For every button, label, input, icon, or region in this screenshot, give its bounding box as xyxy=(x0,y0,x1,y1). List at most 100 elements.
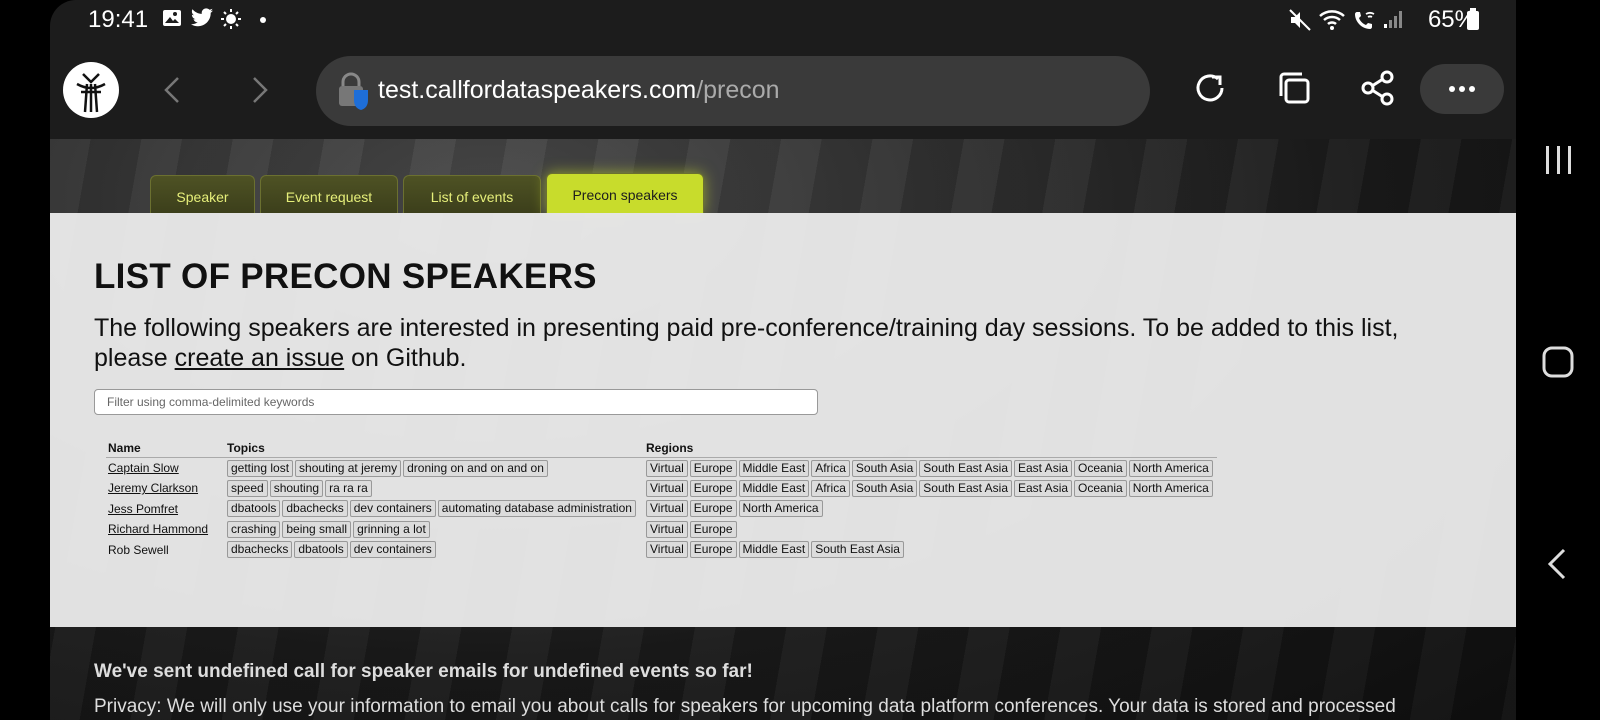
regions-cell: Virtual Europe Middle East South East Asia xyxy=(644,540,1217,561)
region-tag: East Asia xyxy=(1014,479,1073,497)
region-tag: Europe xyxy=(689,500,737,518)
region-tag: Virtual xyxy=(646,500,688,518)
region-tag: Europe xyxy=(689,520,737,538)
url-text[interactable]: test.callfordataspeakers.com/precon xyxy=(378,76,780,105)
topics-cell: crashing being small grinning a lot xyxy=(225,519,644,540)
gallery-icon xyxy=(162,8,182,34)
region-tag: Europe xyxy=(689,479,737,497)
table-row: Jeremy Clarkson speed shouting ra ra ra Virt… xyxy=(106,478,1217,499)
status-bar: 19:41 65% xyxy=(50,0,1516,42)
app-logo-icon[interactable] xyxy=(63,62,119,118)
topic-tag: shouting xyxy=(269,479,324,497)
topic-tag: dev containers xyxy=(349,500,436,518)
speaker-name-cell: Jess Pomfret xyxy=(106,499,225,520)
region-tag: South Asia xyxy=(851,459,918,477)
intro-text-end: on Github. xyxy=(344,344,467,372)
back-icon[interactable] xyxy=(156,72,192,108)
regions-cell: Virtual Europe xyxy=(644,519,1217,540)
tabs-icon[interactable] xyxy=(1274,68,1314,108)
table-row: Richard Hammond crashing being small grinni… xyxy=(106,519,1217,540)
topics-cell: dbatools dbachecks dev containers automatin… xyxy=(225,499,644,520)
region-tag: North America xyxy=(1128,479,1213,497)
site-lock-icon[interactable] xyxy=(336,72,370,110)
battery-icon xyxy=(1466,8,1480,38)
topic-tag: dbatools xyxy=(227,500,281,518)
region-tag: Virtual xyxy=(646,520,688,538)
system-nav-bar xyxy=(1516,0,1600,720)
region-tag: Virtual xyxy=(646,459,688,477)
topic-tag: being small xyxy=(282,520,352,538)
more-icon[interactable] xyxy=(1420,64,1504,114)
topic-tag: ra ra ra xyxy=(325,479,372,497)
region-tag: Middle East xyxy=(738,479,810,497)
status-time: 19:41 xyxy=(88,6,149,33)
region-tag: North America xyxy=(738,500,823,518)
topic-tag: dev containers xyxy=(349,541,436,559)
tab-event-request[interactable]: Event request xyxy=(260,175,398,213)
region-tag: South East Asia xyxy=(919,479,1012,497)
share-icon[interactable] xyxy=(1358,68,1398,108)
topic-tag: grinning a lot xyxy=(353,520,430,538)
nav-back-icon[interactable] xyxy=(1538,546,1578,582)
mute-icon xyxy=(1288,8,1312,38)
privacy-text: Privacy: We will only use your informati… xyxy=(94,696,1396,717)
region-tag: Europe xyxy=(689,541,737,559)
footer-heading: We've sent undefined call for speaker em… xyxy=(94,661,753,682)
signal-icon xyxy=(1382,8,1406,36)
speaker-name-link[interactable]: Captain Slow xyxy=(108,461,179,475)
browser-window: 19:41 65% test.callfordataspeakers.com/p… xyxy=(50,0,1516,720)
speaker-name-link[interactable]: Jeremy Clarkson xyxy=(108,481,198,495)
regions-cell: Virtual Europe Middle East Africa South Asia… xyxy=(644,478,1217,499)
twitter-icon xyxy=(190,8,214,34)
speaker-name: Rob Sewell xyxy=(108,542,169,557)
url-path: /precon xyxy=(696,76,780,104)
region-tag: Virtual xyxy=(646,541,688,559)
table-row: Jess Pomfret dbatools dbachecks dev contain… xyxy=(106,499,1217,520)
topic-tag: shouting at jeremy xyxy=(295,459,402,477)
wifi-icon xyxy=(1318,8,1346,38)
regions-cell: Virtual Europe North America xyxy=(644,499,1217,520)
dot-icon xyxy=(258,8,268,34)
topic-tag: crashing xyxy=(227,520,281,538)
browser-toolbar: test.callfordataspeakers.com/precon xyxy=(50,52,1516,136)
speaker-name-link[interactable]: Richard Hammond xyxy=(108,522,208,536)
regions-cell: Virtual Europe Middle East Africa South Asia… xyxy=(644,458,1217,479)
region-tag: Virtual xyxy=(646,479,688,497)
brightness-icon xyxy=(220,8,242,36)
region-tag: Middle East xyxy=(738,459,810,477)
topic-tag: dbachecks xyxy=(227,541,293,559)
topics-cell: dbachecks dbatools dev containers xyxy=(225,540,644,561)
topics-cell: getting lost shouting at jeremy droning on… xyxy=(225,458,644,479)
recent-apps-icon[interactable] xyxy=(1538,142,1578,178)
region-tag: North America xyxy=(1128,459,1213,477)
filter-input[interactable] xyxy=(94,389,818,415)
region-tag: South East Asia xyxy=(811,541,904,559)
tab-speaker[interactable]: Speaker xyxy=(150,175,255,213)
column-header-name[interactable]: Name xyxy=(106,439,225,458)
topic-tag: automating database administration xyxy=(437,500,636,518)
region-tag: Oceania xyxy=(1074,479,1127,497)
topic-tag: droning on and on and on xyxy=(403,459,548,477)
speakers-table: Name Topics Regions Captain Slow getting … xyxy=(106,439,1217,560)
wifi-call-icon xyxy=(1352,8,1378,38)
topic-tag: speed xyxy=(227,479,268,497)
tab-precon-speakers[interactable]: Precon speakers xyxy=(546,173,704,213)
column-header-regions[interactable]: Regions xyxy=(644,439,1217,458)
reload-icon[interactable] xyxy=(1190,68,1230,108)
speaker-name-cell: Jeremy Clarkson xyxy=(106,478,225,499)
main-content: LIST OF PRECON SPEAKERS The following sp… xyxy=(50,213,1516,627)
speaker-name-link[interactable]: Jess Pomfret xyxy=(108,502,178,516)
url-bar[interactable]: test.callfordataspeakers.com/precon xyxy=(316,56,1150,126)
tab-list-of-events[interactable]: List of events xyxy=(403,175,541,213)
region-tag: Africa xyxy=(811,479,850,497)
table-body: Captain Slow getting lost shouting at jere… xyxy=(106,458,1217,561)
column-header-topics[interactable]: Topics xyxy=(225,439,644,458)
table-row: Rob Sewell dbachecks dbatools dev container… xyxy=(106,540,1217,561)
home-icon[interactable] xyxy=(1538,344,1578,380)
forward-icon[interactable] xyxy=(240,72,276,108)
speaker-name-cell: Captain Slow xyxy=(106,458,225,479)
page-title: LIST OF PRECON SPEAKERS xyxy=(94,257,597,296)
speaker-name-cell: Rob Sewell xyxy=(106,540,225,561)
create-issue-link[interactable]: create an issue xyxy=(175,344,345,372)
table-header-row: Name Topics Regions xyxy=(106,439,1217,458)
